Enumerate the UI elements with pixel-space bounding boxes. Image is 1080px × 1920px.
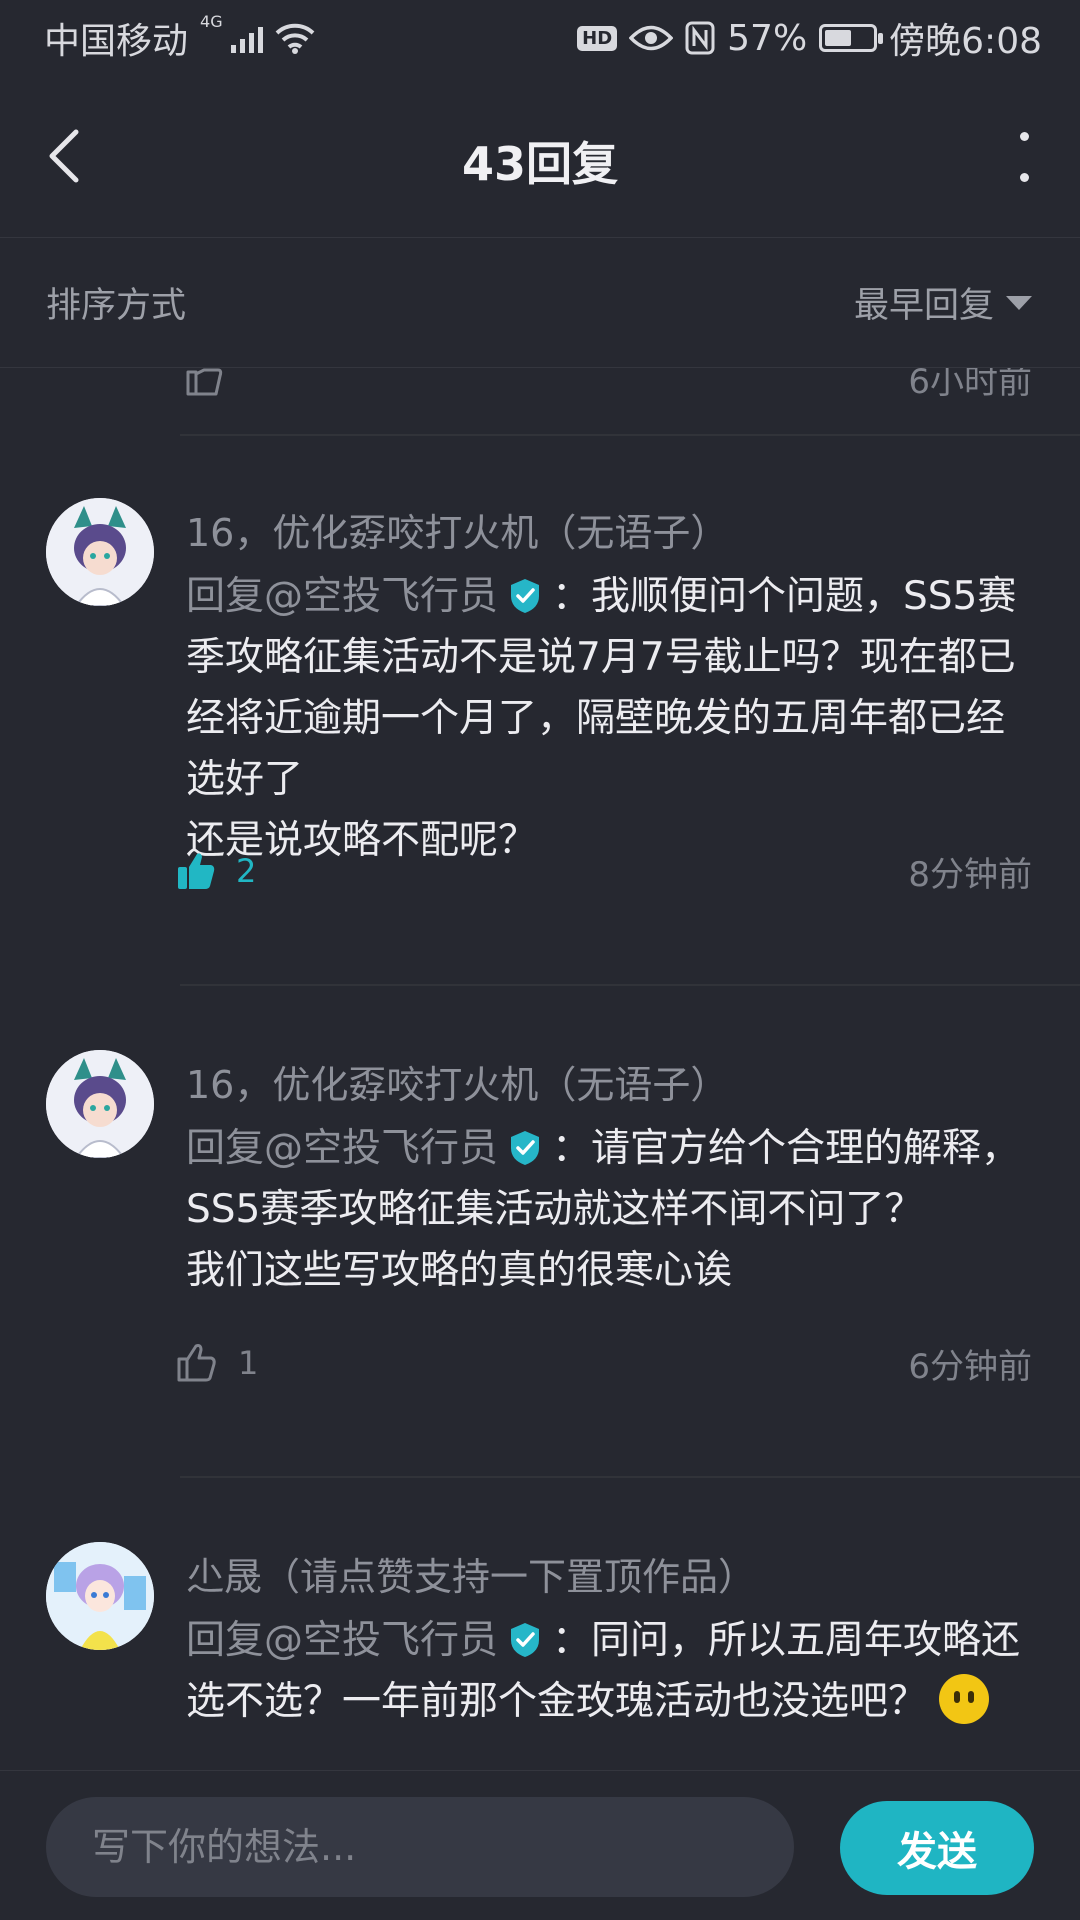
- comment-item: 尐晟（请点赞支持一下置顶作品） 回复@空投飞行员 ：同问，所以五周年攻略还选不选…: [0, 1542, 1080, 1770]
- comment-body: 回复@空投飞行员 ：我顺便问个问题，SS5赛季攻略征集活动不是说7月7号截止吗？…: [186, 566, 1036, 871]
- reply-composer: 发送: [0, 1770, 1080, 1920]
- avatar[interactable]: [46, 1050, 154, 1158]
- top-bar: 43回复: [0, 76, 1080, 238]
- verified-badge-icon: [511, 1623, 540, 1657]
- caret-down-icon: [1006, 295, 1032, 310]
- status-right: HD 57% 傍晚6:08: [577, 12, 1042, 64]
- nfc-icon: [685, 21, 715, 55]
- like-count: 2: [236, 852, 257, 890]
- status-left: 中国移动 4G: [44, 12, 315, 64]
- comment-body: 回复@空投飞行员 ：同问，所以五周年攻略还选不选？一年前那个金玫瑰活动也没选吧？: [186, 1610, 1036, 1732]
- more-dot: [1019, 173, 1029, 182]
- divider: [180, 1476, 1080, 1478]
- more-dot: [1019, 132, 1029, 141]
- status-bar: 中国移动 4G HD 57% 傍晚6:08: [0, 0, 1080, 76]
- like-button[interactable]: 1: [176, 1343, 258, 1383]
- neutral-face-emoji-icon: [939, 1674, 990, 1724]
- comment-item: 16，优化孬咬打火机（无语子） 回复@空投飞行员 ：我顺便问个问题，SS5赛季攻…: [0, 498, 1080, 918]
- thumbs-up-filled-icon: [178, 853, 215, 889]
- comment-time: 8分钟前: [908, 854, 1032, 895]
- avatar-image: [46, 1050, 154, 1158]
- divider: [180, 434, 1080, 436]
- wifi-icon: [275, 23, 314, 54]
- battery-level: [825, 30, 852, 46]
- sort-dropdown[interactable]: 最早回复: [854, 277, 1032, 328]
- comment-time: 6小时前: [908, 368, 1032, 402]
- avatar-image: [46, 1542, 154, 1650]
- network-type-label: 4G: [200, 12, 223, 31]
- reply-mention[interactable]: 回复@空投飞行员: [186, 574, 498, 619]
- sort-bar: 排序方式 最早回复: [0, 238, 1080, 368]
- sort-label: 排序方式: [46, 286, 187, 326]
- battery-icon: [819, 24, 884, 52]
- comment-text: ：请官方给个合理的解: [552, 1126, 943, 1171]
- thumbs-up-icon[interactable]: [184, 368, 224, 396]
- more-options-button[interactable]: [1014, 132, 1034, 182]
- signal-icon: [230, 23, 263, 53]
- comment-author[interactable]: 16，优化孬咬打火机（无语子）: [186, 1054, 728, 1109]
- comment-time: 6分钟前: [908, 1346, 1032, 1387]
- carrier-label: 中国移动: [44, 21, 189, 62]
- comment-body: 回复@空投飞行员 ：请官方给个合理的解释，SS5赛季攻略征集活动就这样不闻不问了…: [186, 1118, 1036, 1301]
- verified-badge-icon: [511, 1131, 540, 1165]
- thumbs-up-icon: [177, 1344, 216, 1382]
- comment-item: 16，优化孬咬打火机（无语子） 回复@空投飞行员 ：请官方给个合理的解释，SS5…: [0, 1050, 1080, 1470]
- like-count: 1: [238, 1344, 259, 1382]
- sort-selected-value: 最早回复: [853, 286, 994, 326]
- divider: [180, 984, 1080, 986]
- avatar-image: [46, 498, 154, 606]
- reply-mention[interactable]: 回复@空投飞行员: [186, 1126, 498, 1171]
- comment-text: ：我顺便问个问题，SS5: [552, 574, 978, 619]
- comment-meta: 1 6分钟前: [176, 1338, 1032, 1388]
- comment-meta: 2 8分钟前: [176, 846, 1032, 896]
- reply-mention[interactable]: 回复@空投飞行员: [186, 1618, 498, 1663]
- reply-input[interactable]: [46, 1797, 794, 1897]
- like-button[interactable]: 2: [176, 851, 256, 891]
- comment-author[interactable]: 尐晟（请点赞支持一下置顶作品）: [186, 1546, 756, 1601]
- comment-list: 6小时前 16，优化孬咬打火机（无语子） 回复@空投飞行员 ：我顺便问个问题，S…: [0, 368, 1080, 1770]
- hd-icon: HD: [577, 25, 618, 51]
- avatar[interactable]: [46, 1542, 154, 1650]
- send-button[interactable]: 发送: [840, 1801, 1034, 1895]
- clock: 傍晚6:08: [889, 21, 1042, 62]
- comment-text: 我们这些写攻略的真的很寒心诶: [186, 1248, 733, 1293]
- page-title: 43回复: [461, 137, 618, 191]
- avatar[interactable]: [46, 498, 154, 606]
- comment-text: ：同问，所以五周年攻: [552, 1618, 943, 1663]
- eye-icon: [629, 25, 674, 51]
- battery-percent: 57%: [727, 17, 808, 59]
- verified-badge-icon: [511, 579, 540, 613]
- previous-comment-footer: 6小时前: [0, 368, 1080, 434]
- comment-author[interactable]: 16，优化孬咬打火机（无语子）: [186, 502, 728, 557]
